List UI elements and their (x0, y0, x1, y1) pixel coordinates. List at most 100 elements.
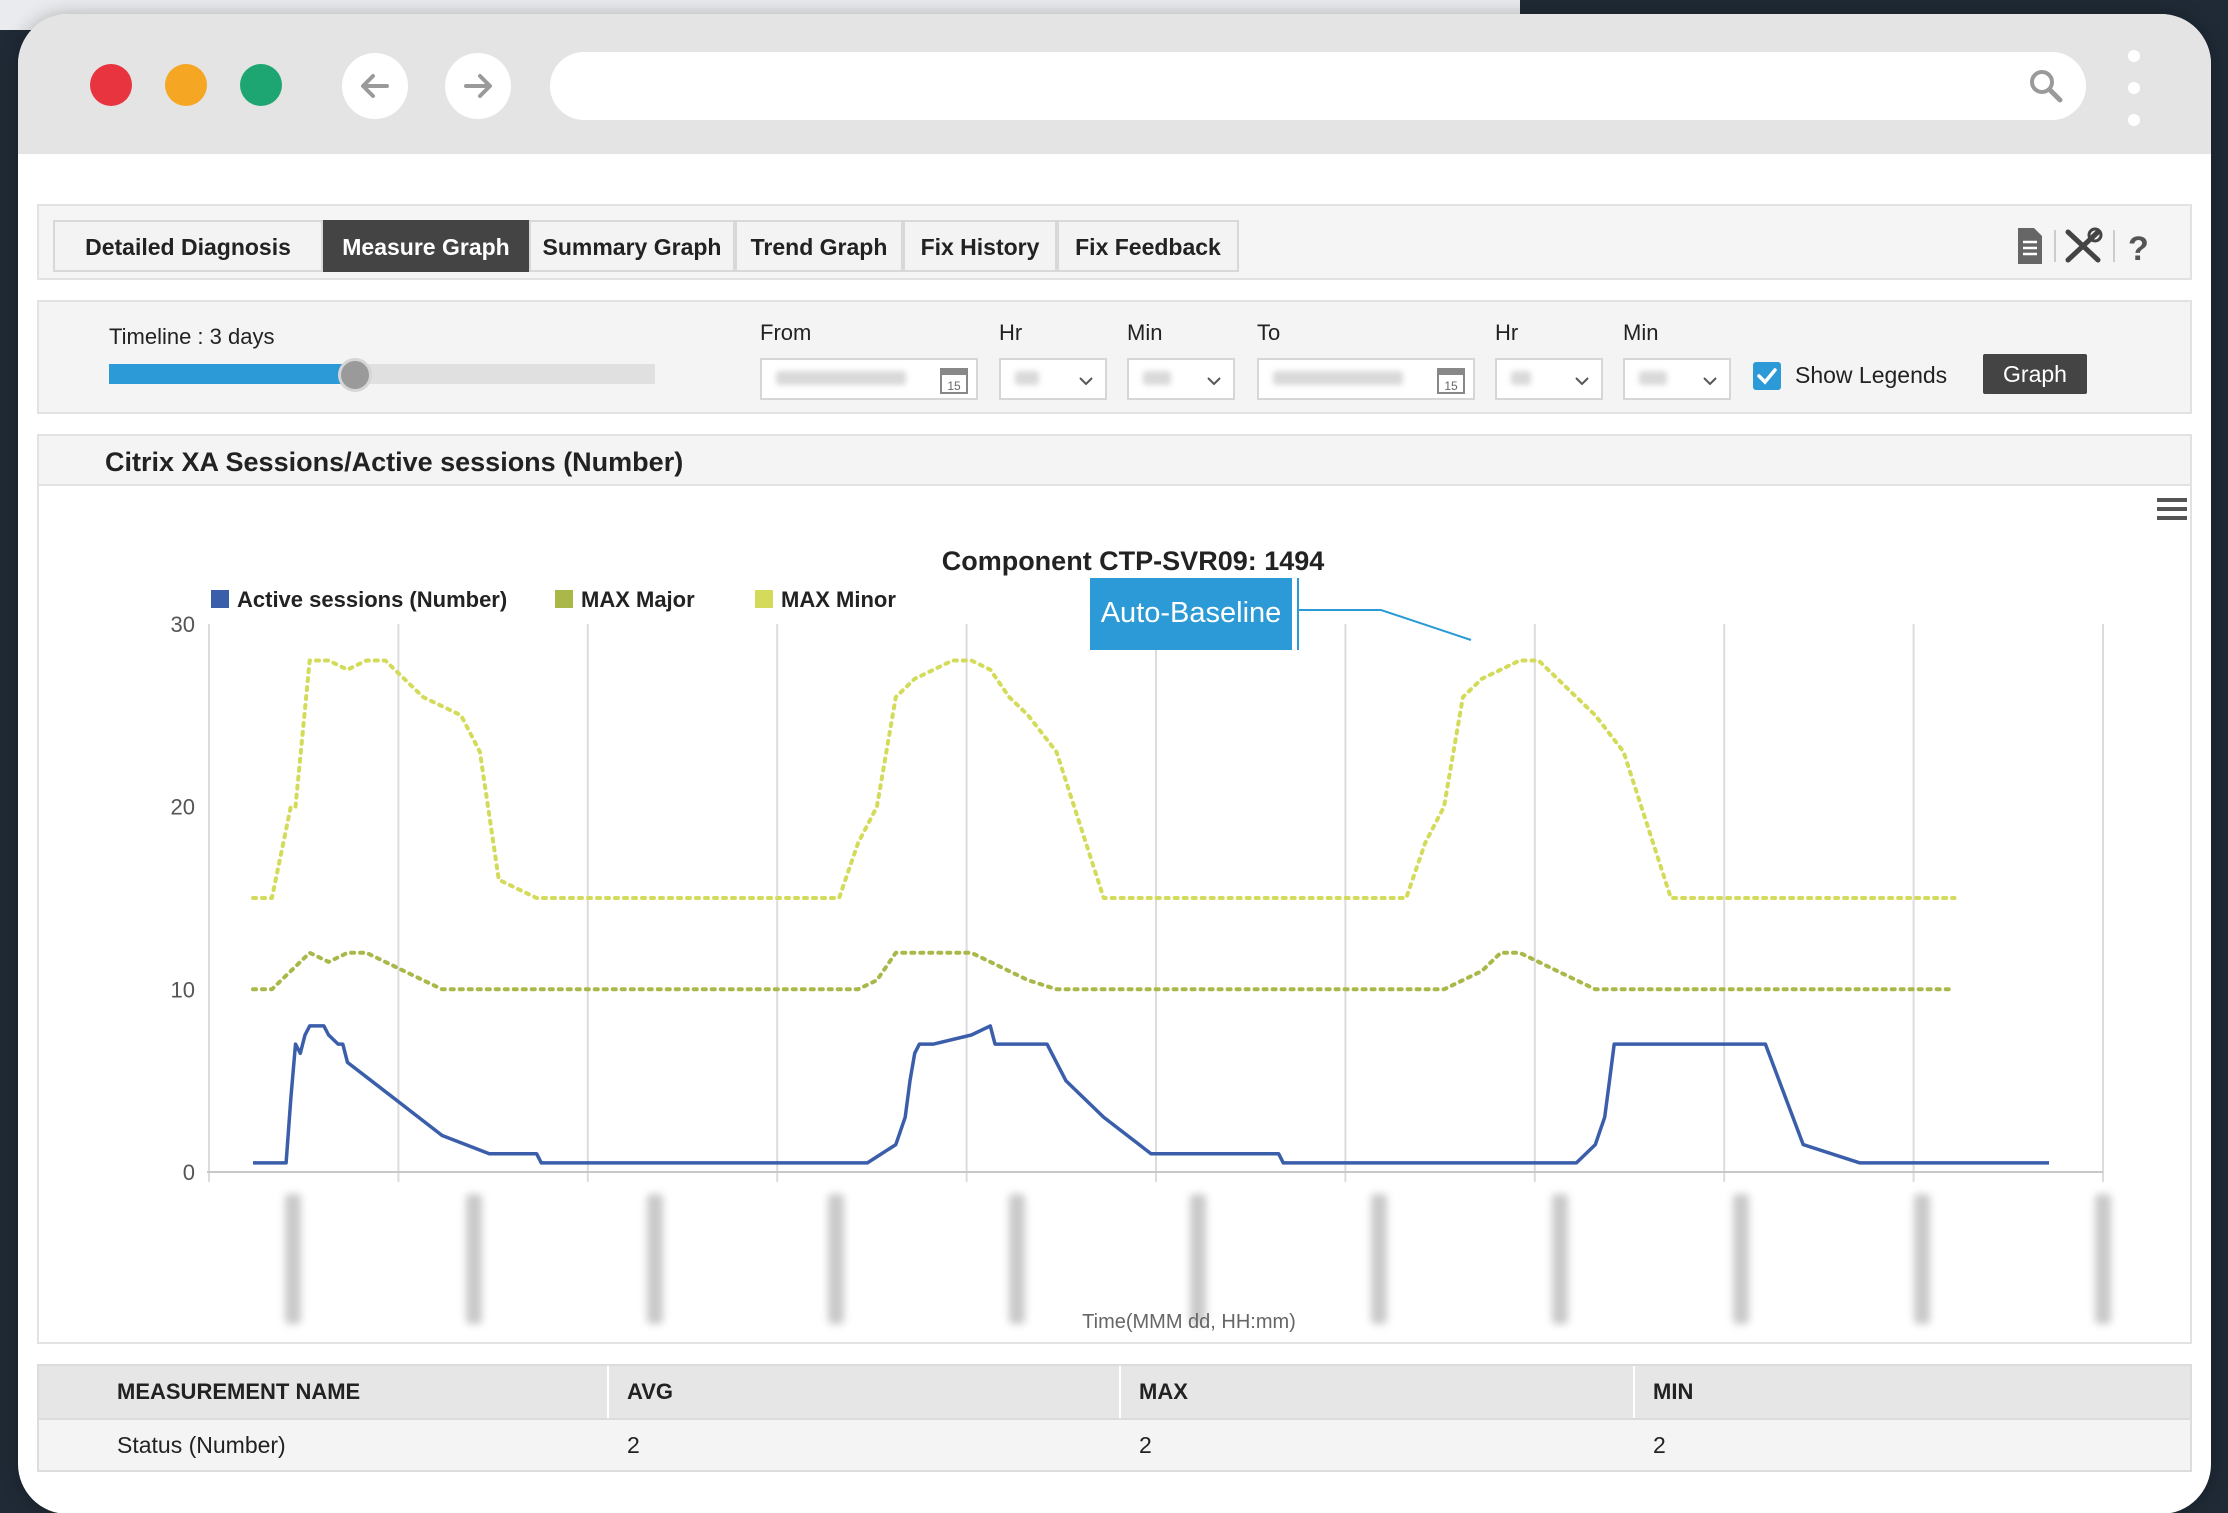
checkmark-icon (1757, 368, 1777, 385)
document-icon[interactable] (2018, 228, 2042, 264)
forward-button[interactable] (445, 53, 511, 119)
calendar-icon[interactable]: 15 (938, 364, 970, 396)
timeline-slider-handle[interactable] (337, 358, 372, 392)
annotation-label: Auto-Baseline (1101, 597, 1282, 629)
table-row: Status (Number) 2 2 2 (37, 1420, 2192, 1472)
x-tick-label (647, 1194, 663, 1324)
graph-panel-title: Citrix XA Sessions/Active sessions (Numb… (105, 447, 684, 477)
chart-title: Component CTP-SVR09: 1494 (942, 546, 1325, 576)
y-axis: 0 10 20 30 (171, 612, 195, 1185)
series-line-1 (251, 950, 1957, 992)
browser-titlebar (18, 14, 2211, 154)
from-date-field[interactable]: 15 (760, 358, 978, 400)
tools-icon[interactable] (2065, 227, 2103, 263)
y-tick-label: 20 (171, 795, 195, 820)
help-icon[interactable]: ? (2128, 230, 2149, 268)
x-axis-label: Time(MMM dd, HH:mm) (1082, 1311, 1296, 1333)
search-icon[interactable] (2028, 68, 2064, 104)
x-tick-label (1190, 1194, 1206, 1324)
measurement-table: MEASUREMENT NAME AVG MAX MIN Status (Num… (37, 1364, 2192, 1474)
column-header-max: MAX (1139, 1379, 1188, 1404)
x-tick-label (1371, 1194, 1387, 1324)
tab-measure-graph[interactable]: Measure Graph (323, 220, 529, 272)
chart-menu-icon[interactable] (2157, 498, 2187, 520)
svg-text:?: ? (2128, 230, 2149, 268)
x-tick-label (828, 1194, 844, 1324)
maximize-window-button[interactable] (240, 64, 282, 106)
cell-min: 2 (1653, 1431, 1666, 1458)
calendar-icon[interactable]: 15 (1435, 364, 1467, 396)
column-header-avg: AVG (627, 1379, 674, 1404)
x-tick-label (1733, 1194, 1749, 1324)
back-button[interactable] (342, 53, 408, 119)
close-window-button[interactable] (90, 64, 132, 106)
arrow-right-icon (464, 74, 492, 98)
tab-fix-feedback[interactable]: Fix Feedback (1057, 220, 1239, 272)
legend-label: Active sessions (Number) (237, 587, 507, 612)
address-bar[interactable] (550, 52, 2086, 120)
y-tick-label: 0 (183, 1160, 195, 1185)
y-tick-label: 10 (171, 977, 195, 1002)
svg-text:15: 15 (947, 379, 961, 393)
graph-panel-header: Citrix XA Sessions/Active sessions (Numb… (39, 436, 2190, 486)
show-legends-label: Show Legends (1795, 362, 1948, 388)
show-legends-checkbox[interactable] (1753, 362, 1781, 390)
timeline-controls: Timeline : 3 days From 15 Hr Min To 15 H… (37, 300, 2192, 414)
tab-bar: Detailed Diagnosis Measure Graph Summary… (37, 204, 2192, 280)
x-axis (285, 1194, 2111, 1324)
toolbar-icons: ? (2018, 227, 2149, 268)
timeline-slider-fill (109, 364, 355, 384)
graph-button[interactable]: Graph (1983, 354, 2087, 394)
to-hour-select[interactable] (1495, 358, 1603, 400)
tab-summary-graph[interactable]: Summary Graph (529, 220, 735, 272)
x-tick-label (1009, 1194, 1025, 1324)
to-minute-select[interactable] (1623, 358, 1731, 400)
chevron-down-icon (1207, 377, 1221, 386)
cell-avg: 2 (627, 1431, 640, 1458)
x-tick-label (1552, 1194, 1568, 1324)
legend-label: MAX Major (581, 587, 695, 612)
arrow-left-icon (361, 74, 389, 98)
cell-measurement-name: Status (Number) (117, 1431, 286, 1458)
browser-menu-icon[interactable] (2124, 50, 2144, 126)
chart-grid (207, 624, 2104, 1182)
x-tick-label (466, 1194, 482, 1324)
to-hr-label: Hr (1495, 320, 1519, 345)
x-tick-label (1914, 1194, 1930, 1324)
chart: Component CTP-SVR09: 1494 Active session… (171, 498, 2187, 1333)
y-tick-label: 30 (171, 612, 195, 637)
x-tick-label (285, 1194, 301, 1324)
chart-series (251, 658, 2049, 1165)
x-tick-label (2095, 1194, 2111, 1324)
table-header: MEASUREMENT NAME AVG MAX MIN (37, 1364, 2192, 1420)
from-minute-select[interactable] (1127, 358, 1235, 400)
annotation-pointer (1298, 609, 1472, 641)
to-label: To (1257, 320, 1281, 345)
legend-swatch (755, 590, 773, 608)
browser-window: Detailed Diagnosis Measure Graph Summary… (18, 14, 2211, 1513)
timeline-label: Timeline : 3 days (109, 324, 275, 349)
minimize-window-button[interactable] (165, 64, 207, 106)
from-label: From (760, 320, 812, 345)
column-header-min: MIN (1653, 1379, 1694, 1404)
from-hour-select[interactable] (999, 358, 1107, 400)
from-hr-label: Hr (999, 320, 1023, 345)
chart-legend: Active sessions (Number) MAX Major MAX Min… (211, 587, 896, 612)
legend-swatch (555, 590, 573, 608)
chevron-down-icon (1079, 377, 1093, 386)
auto-baseline-annotation: Auto-Baseline (1090, 578, 1472, 650)
chevron-down-icon (1575, 377, 1589, 386)
tab-detailed-diagnosis[interactable]: Detailed Diagnosis (53, 220, 323, 272)
tab-fix-history[interactable]: Fix History (903, 220, 1057, 272)
legend-label: MAX Minor (781, 587, 896, 612)
series-line-2 (251, 658, 1957, 900)
measure-graph-panel: Citrix XA Sessions/Active sessions (Numb… (37, 434, 2192, 1344)
to-date-field[interactable]: 15 (1257, 358, 1475, 400)
tab-trend-graph[interactable]: Trend Graph (735, 220, 903, 272)
to-min-label: Min (1623, 320, 1659, 345)
cell-max: 2 (1139, 1431, 1152, 1458)
timeline-slider[interactable] (109, 358, 655, 392)
column-header-measurement-name: MEASUREMENT NAME (117, 1379, 361, 1404)
svg-text:15: 15 (1444, 379, 1458, 393)
from-min-label: Min (1127, 320, 1163, 345)
